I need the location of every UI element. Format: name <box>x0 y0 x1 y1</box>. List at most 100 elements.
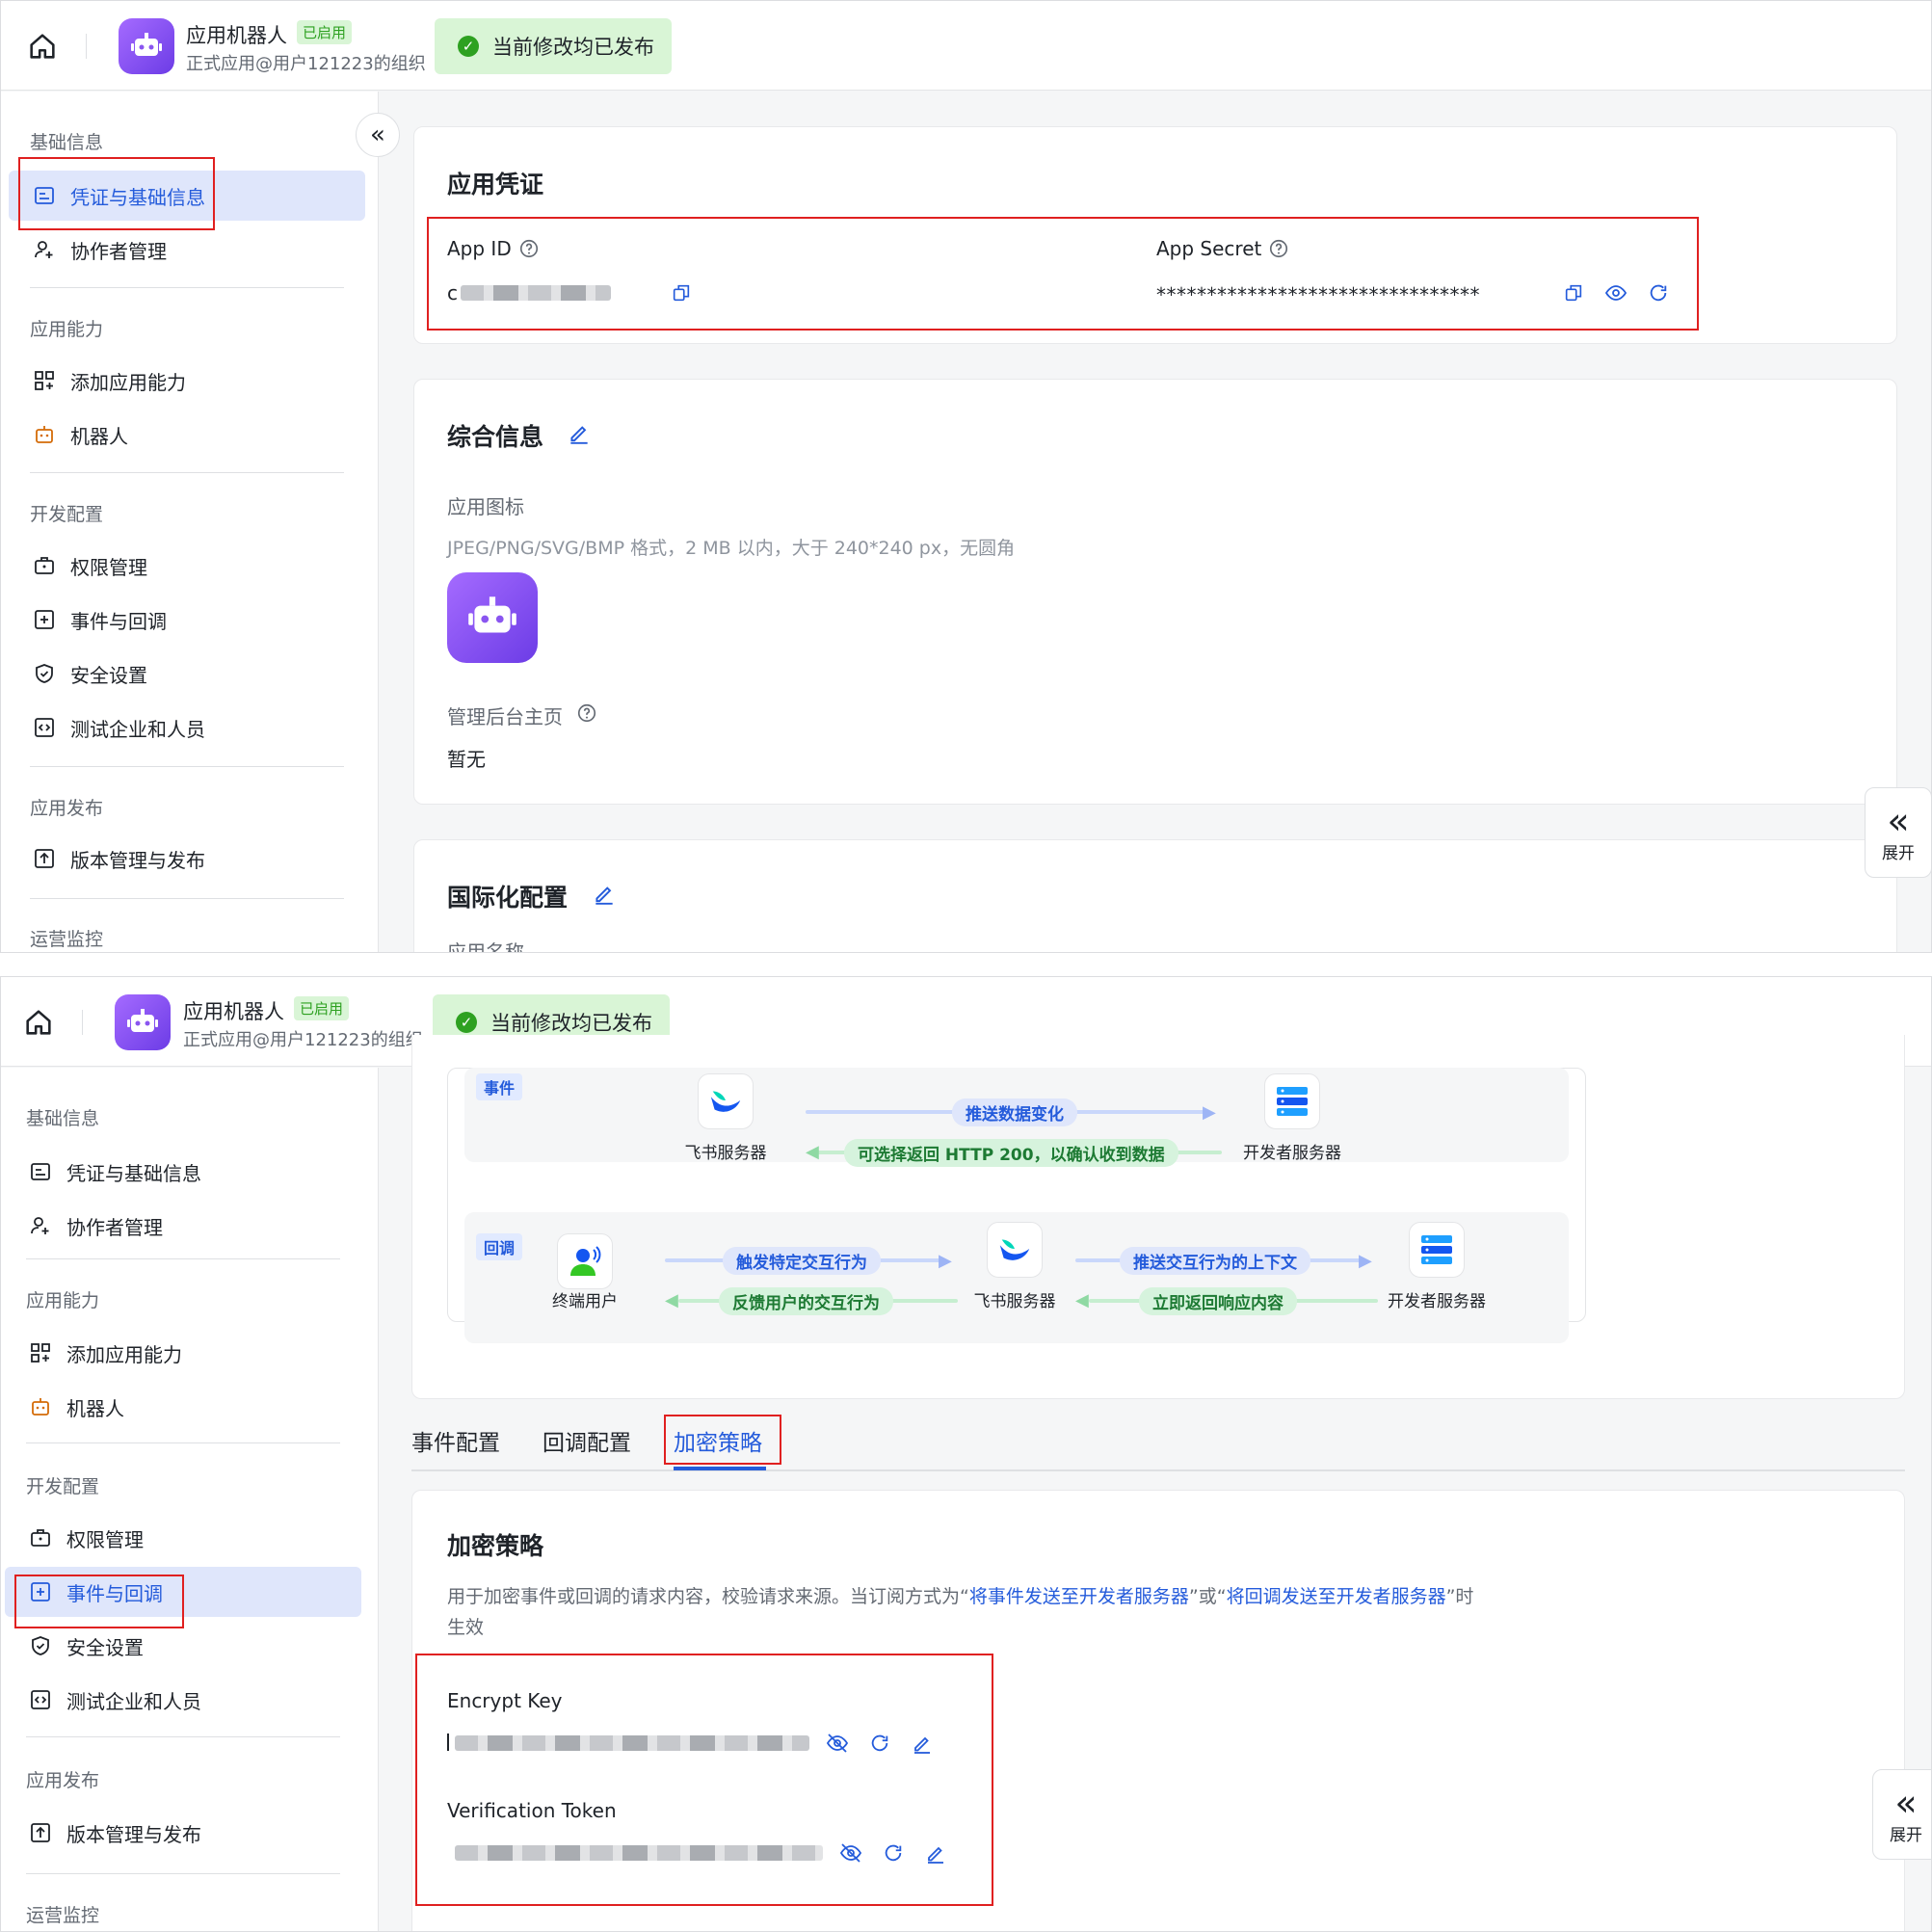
push-context-label: 推送交互行为的上下文 <box>1120 1247 1310 1275</box>
sidebar-item-label: 添加应用能力 <box>66 1342 182 1366</box>
sidebar-item-label: 测试企业和人员 <box>70 717 205 741</box>
plus-square-icon <box>32 607 57 632</box>
icon-hint: JPEG/PNG/SVG/BMP 格式，2 MB 以内，大于 240*240 p… <box>447 538 1016 559</box>
arrow-head-left-icon: ◀ <box>806 1142 819 1162</box>
highlight-box <box>664 1415 781 1465</box>
general-info-card: 综合信息 应用图标 JPEG/PNG/SVG/BMP 格式，2 MB 以内，大于… <box>413 379 1897 805</box>
section-title-release: 应用发布 <box>26 1770 100 1791</box>
sidebar-item-label: 版本管理与发布 <box>66 1822 201 1846</box>
tab-event-config[interactable]: 事件配置 <box>411 1424 500 1457</box>
form-icon <box>28 1159 53 1184</box>
publish-status-text: 当前修改均已发布 <box>492 36 654 59</box>
screenshot-events-encryption: 应用机器人 已启用 正式应用@用户121223的组织 ✓ 当前修改均已发布 基础… <box>0 976 1932 1932</box>
end-user-label: 终端用户 <box>552 1292 618 1311</box>
sidebar-item-security[interactable]: 安全设置 <box>9 648 365 699</box>
divider <box>30 898 344 899</box>
app-name-label: 应用名称 <box>447 940 524 953</box>
active-tab-indicator <box>674 1467 766 1470</box>
sidebar-item-collaborators[interactable]: 协作者管理 <box>9 225 365 275</box>
shield-icon <box>28 1633 53 1658</box>
help-icon[interactable] <box>572 699 601 728</box>
return-response-label: 立即返回响应内容 <box>1139 1287 1297 1315</box>
org-label: 正式应用@用户121223的组织 <box>186 54 426 74</box>
desc-link-event[interactable]: 将事件发送至开发者服务器 <box>969 1586 1189 1607</box>
feishu-server-label: 飞书服务器 <box>684 1144 767 1163</box>
admin-home-value: 暂无 <box>447 748 486 771</box>
upload-icon <box>32 846 57 871</box>
expand-label: 展开 <box>1882 843 1915 863</box>
code-box-icon <box>28 1687 53 1712</box>
section-title: 加密策略 <box>447 1532 544 1560</box>
sidebar-item-label: 协作者管理 <box>66 1215 163 1239</box>
sidebar-item-add-capability[interactable]: 添加应用能力 <box>5 1328 361 1378</box>
i18n-card: 国际化配置 应用名称 <box>413 839 1897 953</box>
tab-callback-config[interactable]: 回调配置 <box>543 1424 631 1457</box>
briefcase-icon <box>28 1525 53 1550</box>
sidebar-item-events[interactable]: 事件与回调 <box>9 595 365 645</box>
section-title-basic: 基础信息 <box>30 132 104 153</box>
check-circle-icon: ✓ <box>458 36 479 57</box>
highlight-box <box>427 217 1699 331</box>
collapse-sidebar-button[interactable]: « <box>356 113 400 157</box>
divider <box>30 287 344 288</box>
apps-add-icon <box>32 368 57 393</box>
push-data-change-label: 推送数据变化 <box>952 1098 1077 1126</box>
tabs-underline <box>411 1469 1905 1471</box>
end-user-icon <box>557 1233 613 1289</box>
arrow-head-right-icon: ▶ <box>939 1251 952 1271</box>
divider <box>26 1873 340 1874</box>
dev-server-label: 开发者服务器 <box>1388 1292 1486 1311</box>
sidebar-item-bot[interactable]: 机器人 <box>9 410 365 460</box>
divider <box>26 1442 340 1443</box>
section-title-release: 应用发布 <box>30 798 104 819</box>
feedback-action-label: 反馈用户的交互行为 <box>719 1287 893 1315</box>
app-name: 应用机器人 <box>186 24 287 47</box>
expand-panel-button[interactable]: « 展开 <box>1865 787 1931 878</box>
sidebar-item-test-org[interactable]: 测试企业和人员 <box>5 1675 361 1725</box>
briefcase-icon <box>32 553 57 578</box>
sidebar-item-add-capability[interactable]: 添加应用能力 <box>9 356 365 406</box>
divider <box>30 766 344 767</box>
org-label: 正式应用@用户121223的组织 <box>183 1030 423 1050</box>
expand-panel-button[interactable]: « 展开 <box>1872 1769 1931 1860</box>
edit-icon[interactable] <box>565 418 594 447</box>
sidebar-item-label: 权限管理 <box>70 555 147 579</box>
divider <box>26 1736 340 1737</box>
publish-status-text: 当前修改均已发布 <box>490 1012 652 1035</box>
arrow-head-left-icon: ◀ <box>665 1290 678 1310</box>
dev-server-label: 开发者服务器 <box>1243 1144 1341 1163</box>
sidebar-item-label: 安全设置 <box>70 663 147 687</box>
dev-server-icon <box>1409 1222 1465 1278</box>
sidebar-item-permissions[interactable]: 权限管理 <box>5 1513 361 1563</box>
sidebar-item-test-org[interactable]: 测试企业和人员 <box>9 702 365 753</box>
sidebar-item-bot[interactable]: 机器人 <box>5 1382 361 1432</box>
return-200-label: 可选择返回 HTTP 200，以确认收到数据 <box>844 1139 1178 1167</box>
robot-icon <box>32 422 57 447</box>
feishu-server-icon <box>987 1222 1043 1278</box>
sidebar-item-label: 测试企业和人员 <box>66 1689 201 1713</box>
home-icon[interactable] <box>26 30 59 63</box>
sidebar-item-label: 机器人 <box>66 1396 124 1420</box>
home-icon[interactable] <box>22 1006 55 1039</box>
sidebar-item-versions[interactable]: 版本管理与发布 <box>5 1808 361 1858</box>
sidebar-item-permissions[interactable]: 权限管理 <box>9 541 365 591</box>
sidebar-item-label: 添加应用能力 <box>70 370 186 394</box>
double-chevron-left-icon: « <box>370 120 385 149</box>
sidebar-item-label: 协作者管理 <box>70 239 167 263</box>
expand-label: 展开 <box>1890 1825 1922 1845</box>
highlight-box <box>415 1654 993 1906</box>
edit-icon[interactable] <box>590 879 619 908</box>
sidebar-item-collaborators[interactable]: 协作者管理 <box>5 1201 361 1251</box>
sidebar-item-credentials[interactable]: 凭证与基础信息 <box>5 1147 361 1197</box>
upload-icon <box>28 1820 53 1845</box>
sidebar-item-versions[interactable]: 版本管理与发布 <box>9 834 365 884</box>
double-chevron-left-icon: « <box>1887 799 1910 842</box>
screenshot-credentials: 应用机器人 已启用 正式应用@用户121223的组织 ✓ 当前修改均已发布 基础… <box>0 0 1932 953</box>
add-user-icon <box>28 1213 53 1238</box>
desc-link-callback[interactable]: 将回调发送至开发者服务器 <box>1227 1586 1446 1607</box>
desc-text: 用于加密事件或回调的请求内容，校验请求来源。当订阅方式为“ <box>447 1586 969 1607</box>
check-circle-icon: ✓ <box>456 1012 477 1033</box>
callback-tag: 回调 <box>476 1233 523 1260</box>
publish-status: ✓ 当前修改均已发布 <box>435 18 672 74</box>
section-title-basic: 基础信息 <box>26 1108 100 1129</box>
